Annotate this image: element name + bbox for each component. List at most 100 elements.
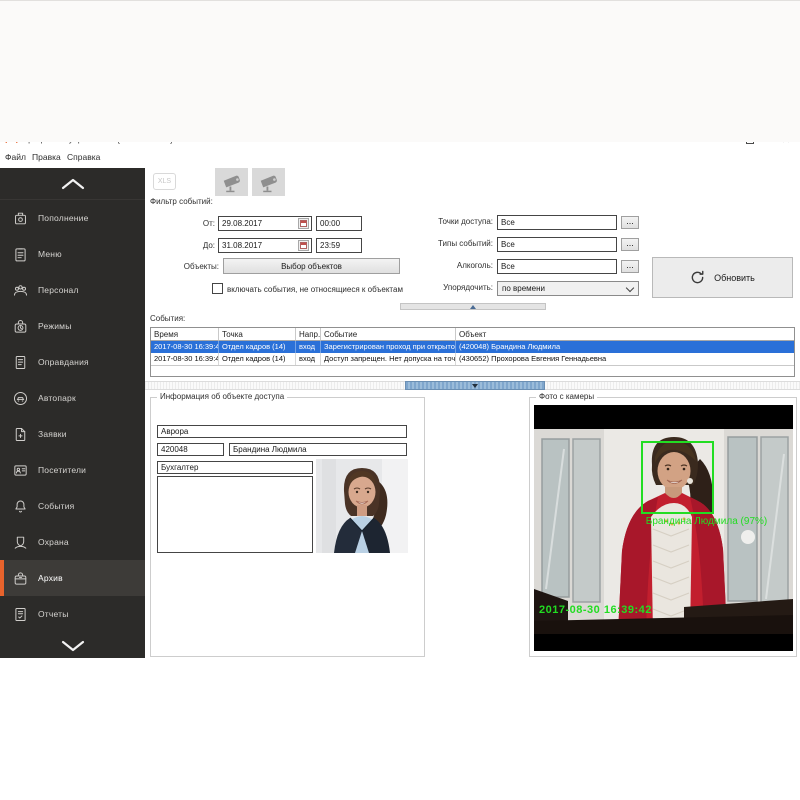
- calendar-icon[interactable]: [298, 240, 309, 251]
- sidebar-item-avtopark[interactable]: Автопарк: [0, 380, 145, 416]
- table-row[interactable]: 2017-08-30 16:39:43 Отдел кадров (14) вх…: [151, 353, 794, 366]
- alcohol-input[interactable]: [497, 259, 617, 274]
- sidebar-collapse-up[interactable]: [0, 168, 145, 200]
- splitter-handle[interactable]: [405, 381, 545, 390]
- desktop-background: [0, 0, 800, 142]
- order-by-value: по времени: [502, 284, 545, 293]
- cell-dir: вход: [296, 353, 321, 365]
- objects-label: Объекты:: [150, 262, 219, 271]
- event-types-input[interactable]: [497, 237, 617, 252]
- cell-dir: вход: [296, 341, 321, 353]
- recognition-label: Брандина Людмила (97%): [634, 516, 779, 527]
- camera-thumbnail-1[interactable]: [215, 168, 248, 196]
- cell-point: Отдел кадров (14): [219, 341, 296, 353]
- access-points-more-button[interactable]: ...: [621, 216, 639, 229]
- sidebar-item-menu[interactable]: Меню: [0, 236, 145, 272]
- column-header[interactable]: Объект: [456, 328, 794, 341]
- sidebar-item-rezhimy[interactable]: Режимы: [0, 308, 145, 344]
- triangle-up-icon: [470, 305, 476, 309]
- file-plus-icon: [12, 426, 29, 443]
- sidebar: Пополнение Меню Персонал Режимы Оправдан…: [0, 168, 145, 658]
- people-icon: [12, 282, 29, 299]
- to-time-input[interactable]: [316, 238, 362, 253]
- table-row-selected[interactable]: 2017-08-30 16:39:42 Отдел кадров (14) вх…: [151, 341, 794, 353]
- chevron-up-icon: [58, 176, 88, 191]
- bag-clock-icon: [12, 318, 29, 335]
- company-field[interactable]: [157, 425, 407, 438]
- access-points-label: Точки доступа:: [400, 217, 493, 226]
- table-header-row: Время Точка Напр. Событие Объект: [151, 328, 794, 341]
- archive-bag-icon: [12, 570, 29, 587]
- refresh-label: Обновить: [714, 273, 755, 283]
- selected-accent-bar: [0, 560, 4, 596]
- events-title: События:: [150, 314, 185, 323]
- position-field[interactable]: [157, 461, 313, 474]
- sidebar-item-label: Посетители: [38, 465, 86, 475]
- refresh-button[interactable]: Обновить: [652, 257, 793, 298]
- cell-time: 2017-08-30 16:39:43: [151, 353, 219, 365]
- cell-time: 2017-08-30 16:39:42: [151, 341, 219, 353]
- filter-collapse-splitter[interactable]: [400, 303, 546, 310]
- sidebar-item-label: Оправдания: [38, 357, 89, 367]
- sidebar-item-personal[interactable]: Персонал: [0, 272, 145, 308]
- triangle-down-icon: [472, 384, 478, 388]
- camera-thumbnail-2[interactable]: [252, 168, 285, 196]
- sidebar-item-label: Автопарк: [38, 393, 76, 403]
- alcohol-more-button[interactable]: ...: [621, 260, 639, 273]
- terminal-icon: [12, 210, 29, 227]
- export-xls-button[interactable]: XLS: [153, 173, 176, 190]
- sidebar-item-label: Отчеты: [38, 609, 69, 619]
- column-header[interactable]: Событие: [321, 328, 456, 341]
- camera-icon: [219, 170, 245, 194]
- sidebar-item-label: Архив: [38, 573, 63, 583]
- camera-group-title: Фото с камеры: [536, 392, 597, 401]
- sidebar-item-popolnenie[interactable]: Пополнение: [0, 200, 145, 236]
- sidebar-collapse-down[interactable]: [0, 632, 145, 658]
- order-by-select[interactable]: по времени: [497, 281, 639, 296]
- chevron-down-icon: [58, 638, 88, 653]
- shield-icon: [12, 534, 29, 551]
- filter-title: Фильтр событий:: [150, 197, 213, 206]
- chevron-down-icon: [626, 284, 634, 292]
- access-points-input[interactable]: [497, 215, 617, 230]
- sidebar-item-label: Режимы: [38, 321, 72, 331]
- menu-file[interactable]: Файл: [5, 152, 26, 162]
- sidebar-item-label: Охрана: [38, 537, 69, 547]
- sidebar-item-zayavki[interactable]: Заявки: [0, 416, 145, 452]
- event-types-more-button[interactable]: ...: [621, 238, 639, 251]
- sidebar-item-posetiteli[interactable]: Посетители: [0, 452, 145, 488]
- from-time-input[interactable]: [316, 216, 362, 231]
- include-unrelated-label: включать события, не относящиеся к объек…: [227, 285, 403, 294]
- sidebar-item-opravdaniya[interactable]: Оправдания: [0, 344, 145, 380]
- camera-icon: [256, 170, 282, 194]
- access-object-info-group: Информация об объекте доступа: [150, 397, 425, 657]
- card-id-field[interactable]: [157, 443, 224, 456]
- sidebar-item-otchety[interactable]: Отчеты: [0, 596, 145, 632]
- to-label: До:: [150, 241, 215, 250]
- sidebar-item-arkhiv[interactable]: Архив: [0, 560, 145, 596]
- menu-edit[interactable]: Правка: [32, 152, 61, 162]
- include-unrelated-checkbox[interactable]: [212, 283, 223, 294]
- face-detection-box: [641, 441, 714, 514]
- column-header[interactable]: Напр.: [296, 328, 321, 341]
- cell-object: (430652) Прохорова Евгения Геннадьевна: [456, 353, 794, 365]
- sidebar-item-label: Меню: [38, 249, 62, 259]
- sidebar-item-sobytiya[interactable]: События: [0, 488, 145, 524]
- sidebar-item-label: Пополнение: [38, 213, 89, 223]
- app-screen: |S| Программа управления [Administrator]…: [0, 0, 800, 800]
- notes-box[interactable]: [157, 476, 313, 553]
- from-label: От:: [150, 219, 215, 228]
- calendar-icon[interactable]: [298, 218, 309, 229]
- select-objects-button[interactable]: Выбор объектов: [223, 258, 400, 274]
- column-header[interactable]: Время: [151, 328, 219, 341]
- car-circle-icon: [12, 390, 29, 407]
- camera-frame: Брандина Людмила (97%) 2017-08-30 16:39:…: [534, 405, 793, 651]
- menu-help[interactable]: Справка: [67, 152, 100, 162]
- column-header[interactable]: Точка: [219, 328, 296, 341]
- sidebar-item-okhrana[interactable]: Охрана: [0, 524, 145, 560]
- cell-object: (420048) Брандина Людмила: [456, 341, 794, 353]
- refresh-icon: [690, 270, 705, 285]
- name-field[interactable]: [229, 443, 407, 456]
- camera-photo-group: Фото с камеры: [529, 397, 797, 657]
- event-types-label: Типы событий:: [400, 239, 493, 248]
